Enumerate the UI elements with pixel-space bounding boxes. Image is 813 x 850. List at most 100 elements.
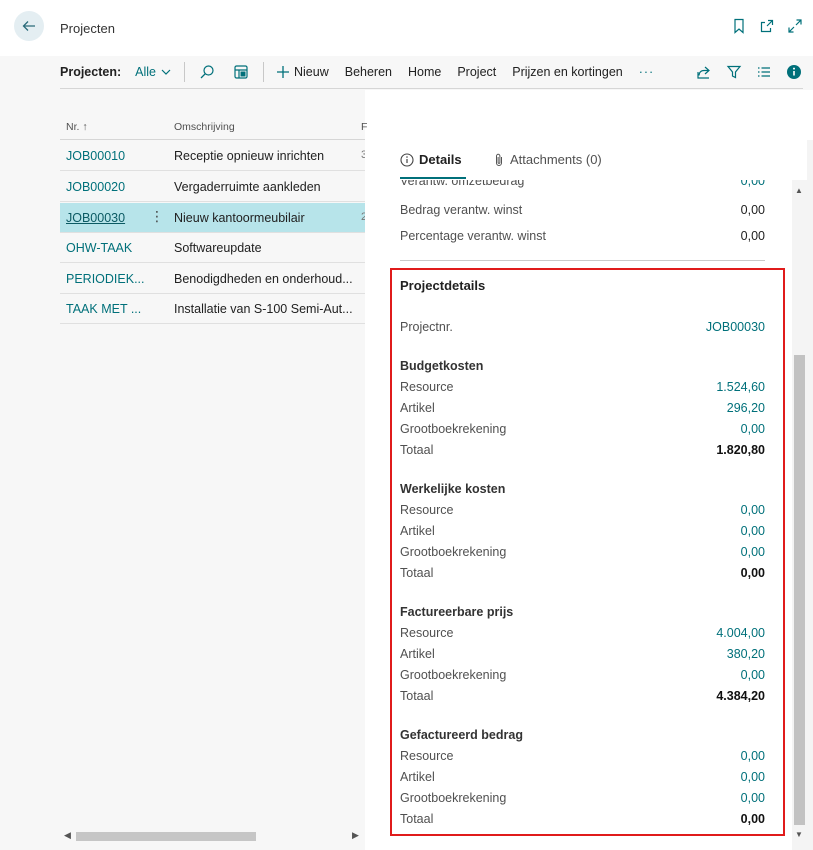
field-value[interactable]: 0,00 [741, 422, 765, 436]
field-row: Verantw. omzetbedrag 0,00 [400, 180, 765, 194]
row-description: Nieuw kantoormeubilair [174, 211, 305, 225]
analysis-mode-button[interactable] [231, 62, 251, 82]
list-name-label: Projecten: [60, 65, 122, 79]
field-value[interactable]: 0,00 [741, 791, 765, 805]
menu-home[interactable]: Home [408, 65, 441, 79]
tab-details-label: Details [419, 152, 462, 167]
scrollbar-thumb[interactable] [76, 832, 256, 841]
table-row[interactable]: PERIODIEK... Benodigdheden en onderhoud.… [60, 264, 365, 294]
menu-project[interactable]: Project [457, 65, 496, 79]
field-label: Artikel [400, 401, 435, 415]
field-label: Verantw. omzetbedrag [400, 180, 525, 188]
tab-attachments-label: Attachments (0) [510, 152, 602, 167]
projectdetails-title: Projectdetails [400, 278, 486, 293]
horizontal-scrollbar[interactable]: ◀ ▶ [60, 830, 365, 842]
field-value[interactable]: 0,00 [741, 770, 765, 784]
new-button-label: Nieuw [293, 65, 329, 79]
table-row[interactable]: JOB00010 Receptie opnieuw inrichten 3 [60, 141, 367, 171]
factbox-tabs: Details Attachments (0) [365, 140, 807, 180]
field-value[interactable]: 0,00 [741, 749, 765, 763]
field-value[interactable]: 0,00 [741, 180, 765, 188]
table-row[interactable]: JOB00020 Vergaderruimte aankleden [60, 172, 365, 202]
factbox-toggle-button[interactable] [785, 63, 803, 81]
row-nr[interactable]: PERIODIEK... [66, 272, 145, 286]
total-value: 0,00 [740, 812, 765, 826]
field-value[interactable]: 380,20 [727, 647, 765, 661]
row-nr[interactable]: TAAK MET ... [66, 302, 141, 316]
total-value: 4.384,20 [716, 689, 765, 703]
field-label: Artikel [400, 647, 435, 661]
field-row: Grootboekrekening 0,00 [400, 668, 765, 688]
section-title-gefactureerd-bedrag: Gefactureerd bedrag [400, 728, 523, 742]
column-header-nr[interactable]: Nr. ↑ [66, 121, 88, 133]
open-new-window-icon[interactable] [759, 18, 775, 34]
table-row[interactable]: OHW-TAAK Softwareupdate [60, 233, 365, 263]
field-label: Resource [400, 380, 454, 394]
factbox-panel: Details Attachments (0) Verantw. omzetbe… [365, 140, 813, 850]
list-view-button[interactable] [755, 63, 773, 81]
divider [400, 260, 765, 261]
row-description: Softwareupdate [174, 241, 262, 255]
total-value: 1.820,80 [716, 443, 765, 457]
project-list: Nr. ↑ Omschrijving F JOB00010 Receptie o… [0, 90, 367, 850]
field-label: Resource [400, 503, 454, 517]
new-button[interactable]: Nieuw [276, 65, 329, 79]
field-row: Grootboekrekening 0,00 [400, 545, 765, 565]
back-button[interactable] [14, 11, 44, 41]
field-value[interactable]: 0,00 [741, 545, 765, 559]
row-description: Benodigdheden en onderhoud... [174, 272, 353, 286]
filter-button[interactable] [725, 63, 743, 81]
row-nr[interactable]: JOB00020 [66, 180, 125, 194]
action-bar: Projecten: Alle Nieuw Beheren Home Proje… [0, 56, 813, 90]
row-nr[interactable]: OHW-TAAK [66, 241, 132, 255]
view-filter-value: Alle [135, 65, 156, 79]
search-icon [200, 65, 214, 79]
scroll-down-icon[interactable]: ▼ [795, 830, 803, 839]
page-header: Projecten [0, 0, 813, 56]
row-actions-button[interactable]: ⋮ [150, 208, 164, 225]
total-label: Totaal [400, 689, 434, 703]
field-label: Percentage verantw. winst [400, 229, 546, 243]
total-row: Totaal 0,00 [400, 812, 765, 832]
tab-details[interactable]: Details [400, 152, 462, 167]
total-label: Totaal [400, 812, 434, 826]
field-label: Bedrag verantw. winst [400, 203, 523, 217]
menu-beheren[interactable]: Beheren [345, 65, 392, 79]
view-filter-dropdown[interactable]: Alle [135, 65, 172, 79]
table-row-selected[interactable]: JOB00030 ⋮ Nieuw kantoormeubilair 2 [60, 203, 367, 233]
plus-icon [276, 66, 289, 78]
field-value[interactable]: 1.524,60 [716, 380, 765, 394]
expand-icon[interactable] [787, 18, 803, 34]
section-title-factureerbare-prijs: Factureerbare prijs [400, 605, 514, 619]
field-value[interactable]: 296,20 [727, 401, 765, 415]
field-row: Artikel 296,20 [400, 401, 765, 421]
field-row: Artikel 0,00 [400, 524, 765, 544]
more-actions-button[interactable]: ··· [639, 65, 655, 79]
field-value[interactable]: 0,00 [741, 524, 765, 538]
field-value[interactable]: 0,00 [741, 503, 765, 517]
total-label: Totaal [400, 566, 434, 580]
column-header-omschrijving[interactable]: Omschrijving [174, 121, 235, 133]
table-row[interactable]: TAAK MET ... Installatie van S-100 Semi-… [60, 294, 365, 324]
column-header-truncated[interactable]: F [361, 121, 367, 133]
scrollbar-thumb[interactable] [794, 355, 805, 825]
scroll-up-icon[interactable]: ▲ [795, 186, 803, 195]
field-label: Grootboekrekening [400, 545, 507, 559]
section-title-budgetkosten: Budgetkosten [400, 359, 484, 373]
scroll-left-icon[interactable]: ◀ [64, 830, 71, 841]
row-nr[interactable]: JOB00010 [66, 149, 125, 163]
projectnr-value[interactable]: JOB00030 [706, 320, 765, 334]
scroll-right-icon[interactable]: ▶ [352, 830, 359, 841]
menu-prijzen-en-kortingen[interactable]: Prijzen en kortingen [512, 65, 622, 79]
bookmark-icon[interactable] [731, 18, 747, 34]
vertical-scrollbar[interactable]: ▲ ▼ [792, 180, 807, 850]
share-button[interactable] [695, 63, 713, 81]
field-value[interactable]: 0,00 [741, 668, 765, 682]
field-value[interactable]: 4.004,00 [716, 626, 765, 640]
field-label: Resource [400, 749, 454, 763]
search-button[interactable] [197, 62, 217, 82]
tab-attachments[interactable]: Attachments (0) [493, 152, 602, 167]
field-label: Grootboekrekening [400, 668, 507, 682]
field-value: 0,00 [740, 203, 765, 217]
row-nr[interactable]: JOB00030 [66, 211, 125, 225]
